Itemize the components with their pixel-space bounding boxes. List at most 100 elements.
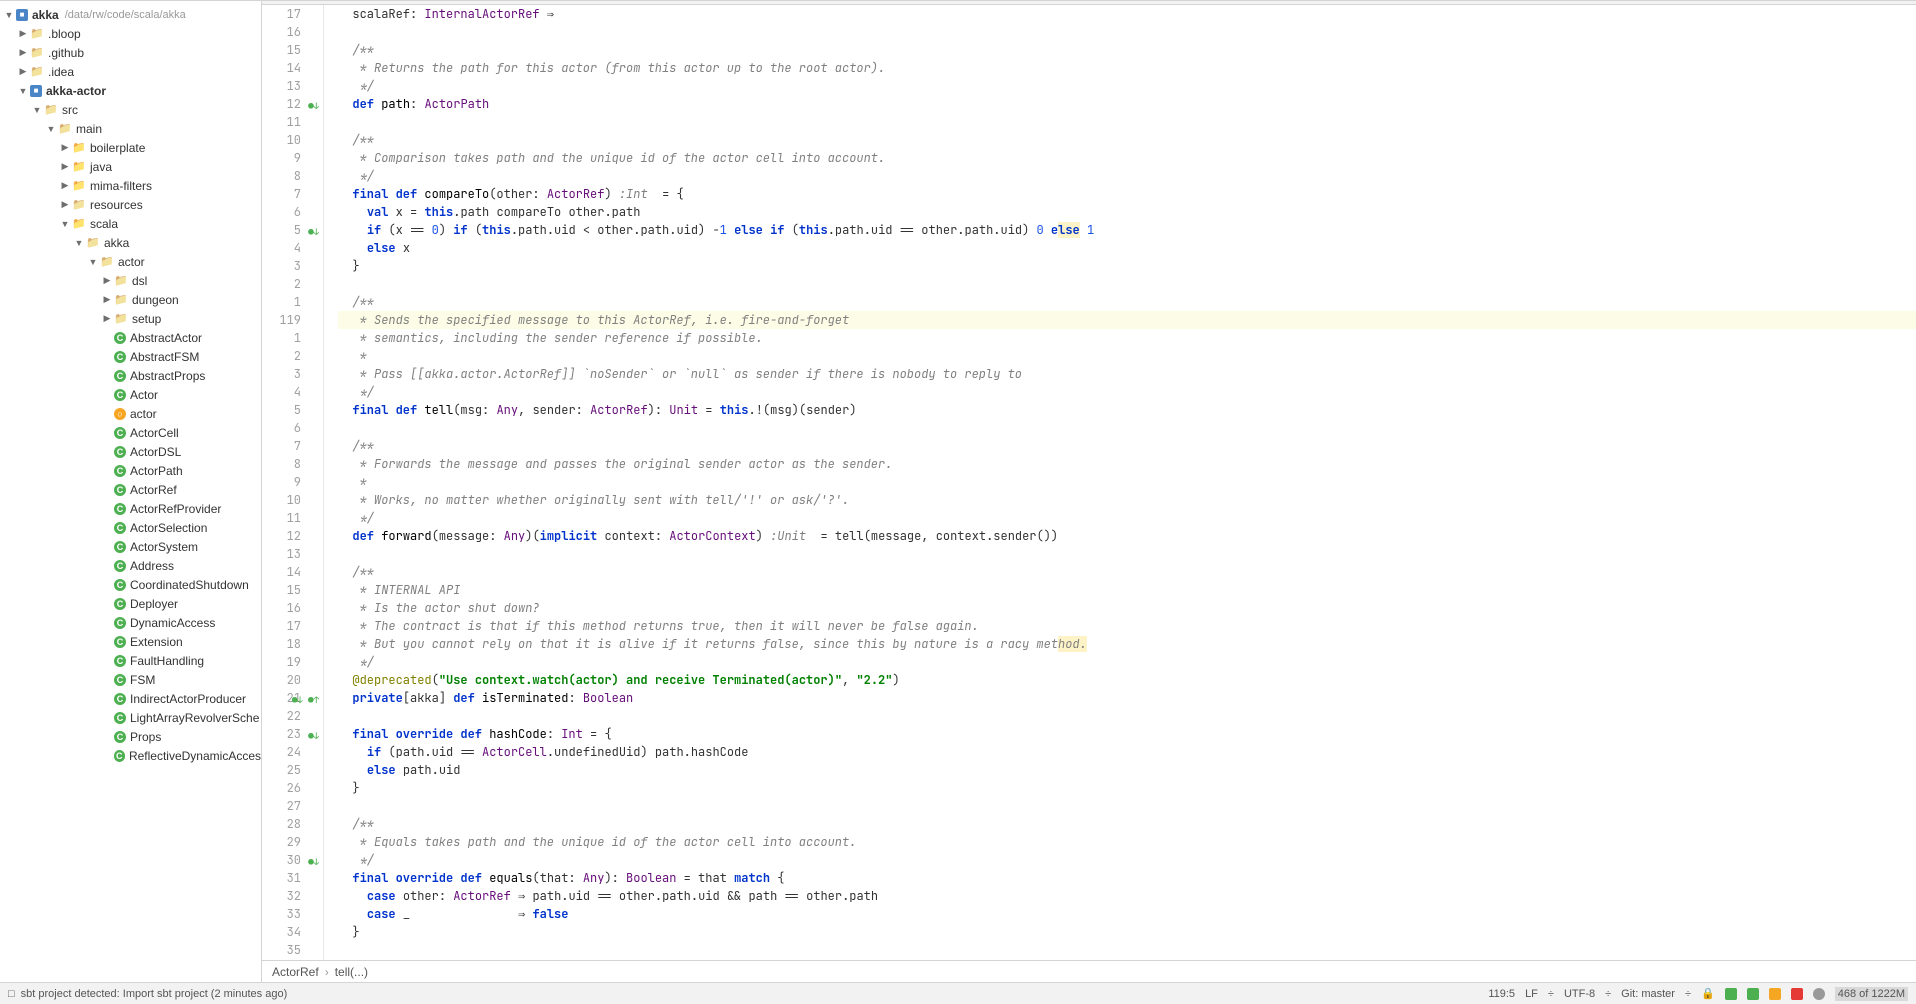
tree-node-actor[interactable]: actor	[0, 252, 261, 271]
code-line[interactable]: private[akka] def isTerminated: Boolean	[338, 689, 1916, 707]
expand-arrow[interactable]	[102, 313, 112, 324]
line-number[interactable]: 10	[262, 131, 301, 149]
code-line[interactable]: * Comparison takes path and the unique i…	[338, 149, 1916, 167]
expand-arrow[interactable]	[74, 238, 84, 248]
tree-node-java[interactable]: java	[0, 157, 261, 176]
line-number[interactable]: 12●↓	[262, 95, 301, 113]
gutter-mark-icon[interactable]: ●↓	[308, 853, 319, 871]
code-line[interactable]: else path.uid	[338, 761, 1916, 779]
line-number[interactable]: 29	[262, 833, 301, 851]
code-line[interactable]	[338, 419, 1916, 437]
tree-node-.idea[interactable]: .idea	[0, 62, 261, 81]
line-number[interactable]: 11	[262, 113, 301, 131]
code-line[interactable]: * But you cannot rely on that it is aliv…	[338, 635, 1916, 653]
code-line[interactable]: /**	[338, 131, 1916, 149]
expand-arrow[interactable]	[18, 47, 28, 58]
tree-node-coordinatedshutdown[interactable]: CoordinatedShutdown	[0, 575, 261, 594]
code-line[interactable]: else x	[338, 239, 1916, 257]
status-indicator-2[interactable]	[1747, 988, 1759, 1000]
line-number[interactable]: 23●↓	[262, 725, 301, 743]
code-line[interactable]: def forward(message: Any)(implicit conte…	[338, 527, 1916, 545]
line-number[interactable]: 15	[262, 41, 301, 59]
line-number[interactable]: 3	[262, 257, 301, 275]
tree-node-faulthandling[interactable]: FaultHandling	[0, 651, 261, 670]
code-line[interactable]	[338, 707, 1916, 725]
code-line[interactable]	[338, 23, 1916, 41]
line-number[interactable]: 7	[262, 437, 301, 455]
line-number[interactable]: 5	[262, 401, 301, 419]
line-number[interactable]: 17	[262, 5, 301, 23]
code-line[interactable]: scalaRef: InternalActorRef ⇒	[338, 5, 1916, 23]
line-number[interactable]: 119	[262, 311, 301, 329]
line-number[interactable]: 26	[262, 779, 301, 797]
tree-node-src[interactable]: src	[0, 100, 261, 119]
code-line[interactable]: final override def equals(that: Any): Bo…	[338, 869, 1916, 887]
line-number[interactable]: 34	[262, 923, 301, 941]
line-number[interactable]: 13	[262, 77, 301, 95]
code-line[interactable]: *	[338, 347, 1916, 365]
line-number[interactable]: 5●↓	[262, 221, 301, 239]
expand-arrow[interactable]	[60, 142, 70, 153]
cursor-position[interactable]: 119:5	[1488, 988, 1515, 1000]
code-line[interactable]: }	[338, 923, 1916, 941]
tree-node-.bloop[interactable]: .bloop	[0, 24, 261, 43]
breadcrumb-class[interactable]: ActorRef	[272, 965, 319, 979]
expand-arrow[interactable]	[60, 180, 70, 191]
code-line[interactable]: /**	[338, 293, 1916, 311]
expand-arrow[interactable]	[60, 199, 70, 210]
tree-node-setup[interactable]: setup	[0, 309, 261, 328]
code-line[interactable]	[338, 941, 1916, 959]
tree-node-abstractfsm[interactable]: AbstractFSM	[0, 347, 261, 366]
expand-arrow[interactable]	[102, 294, 112, 305]
line-number[interactable]: 20	[262, 671, 301, 689]
line-number[interactable]: 3	[262, 365, 301, 383]
gutter-mark-icon[interactable]: ●↓	[308, 727, 319, 745]
code-line[interactable]: case _ ⇒ false	[338, 905, 1916, 923]
tree-node-actorpath[interactable]: ActorPath	[0, 461, 261, 480]
code-line[interactable]	[338, 797, 1916, 815]
status-indicator-3[interactable]	[1769, 988, 1781, 1000]
code-line[interactable]: final def compareTo(other: ActorRef) :In…	[338, 185, 1916, 203]
tree-node-dsl[interactable]: dsl	[0, 271, 261, 290]
code-line[interactable]: * Is the actor shut down?	[338, 599, 1916, 617]
code-line[interactable]: @deprecated("Use context.watch(actor) an…	[338, 671, 1916, 689]
code-line[interactable]: * Equals takes path and the unique id of…	[338, 833, 1916, 851]
lock-icon[interactable]: 🔒	[1701, 987, 1715, 1000]
tree-node-akka[interactable]: akka	[0, 233, 261, 252]
tree-node-mima-filters[interactable]: mima-filters	[0, 176, 261, 195]
code-line[interactable]: * INTERNAL API	[338, 581, 1916, 599]
expand-arrow[interactable]	[46, 124, 56, 134]
line-number[interactable]: 28	[262, 815, 301, 833]
tree-node-main[interactable]: main	[0, 119, 261, 138]
code-line[interactable]: */	[338, 167, 1916, 185]
line-number[interactable]: 11	[262, 509, 301, 527]
code-line[interactable]: */	[338, 851, 1916, 869]
line-number[interactable]: 19	[262, 653, 301, 671]
tree-node-.github[interactable]: .github	[0, 43, 261, 62]
expand-arrow[interactable]	[4, 10, 14, 20]
expand-arrow[interactable]	[18, 28, 28, 39]
tree-node-lightarrayrevolversche[interactable]: LightArrayRevolverSche	[0, 708, 261, 727]
line-number[interactable]: 32	[262, 887, 301, 905]
line-number[interactable]: 9	[262, 149, 301, 167]
tree-node-actordsl[interactable]: ActorDSL	[0, 442, 261, 461]
tree-node-actor[interactable]: Actor	[0, 385, 261, 404]
code-line[interactable]: }	[338, 257, 1916, 275]
tree-node-props[interactable]: Props	[0, 727, 261, 746]
line-separator[interactable]: LF	[1525, 988, 1538, 1000]
line-number[interactable]: 24	[262, 743, 301, 761]
code-line[interactable]: * Forwards the message and passes the or…	[338, 455, 1916, 473]
tree-node-dungeon[interactable]: dungeon	[0, 290, 261, 309]
line-number[interactable]: 10	[262, 491, 301, 509]
tree-node-actor[interactable]: actor	[0, 404, 261, 423]
line-number[interactable]: 8	[262, 167, 301, 185]
tree-node-extension[interactable]: Extension	[0, 632, 261, 651]
line-number[interactable]: 16	[262, 23, 301, 41]
expand-arrow[interactable]	[60, 161, 70, 172]
tree-node-deployer[interactable]: Deployer	[0, 594, 261, 613]
line-number[interactable]: 6	[262, 419, 301, 437]
line-number[interactable]: 35	[262, 941, 301, 959]
code-line[interactable]: if (path.uid == ActorCell.undefinedUid) …	[338, 743, 1916, 761]
line-number[interactable]: 4	[262, 383, 301, 401]
breadcrumb-method[interactable]: tell(...)	[335, 965, 368, 979]
